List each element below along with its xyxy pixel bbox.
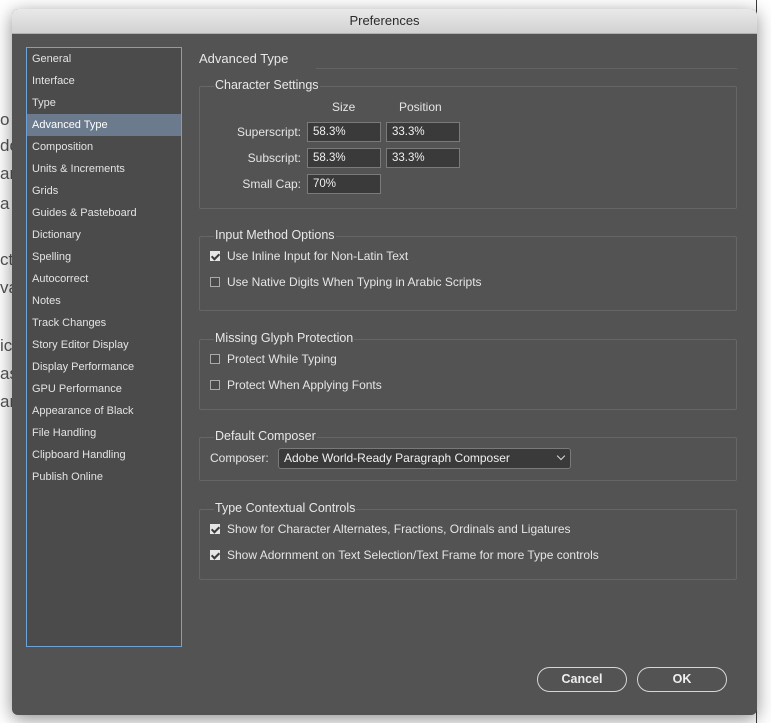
inline-input-label: Use Inline Input for Non-Latin Text xyxy=(227,249,409,263)
native-digits-option[interactable]: Use Native Digits When Typing in Arabic … xyxy=(210,274,482,290)
superscript-position-field[interactable]: 33.3% xyxy=(386,122,460,142)
preferences-dialog: Preferences General Interface Type Advan… xyxy=(12,9,757,715)
position-column-header: Position xyxy=(399,100,442,114)
sidebar-item-publish-online[interactable]: Publish Online xyxy=(27,466,181,488)
adornment-checkbox[interactable] xyxy=(210,550,220,560)
inline-input-option[interactable]: Use Inline Input for Non-Latin Text xyxy=(210,248,408,264)
sidebar-item-display-performance[interactable]: Display Performance xyxy=(27,356,181,378)
superscript-size-field[interactable]: 58.3% xyxy=(307,122,381,142)
composer-selected-value: Adobe World-Ready Paragraph Composer xyxy=(284,451,510,465)
character-alternates-option[interactable]: Show for Character Alternates, Fractions… xyxy=(210,521,571,537)
sidebar-item-autocorrect[interactable]: Autocorrect xyxy=(27,268,181,290)
chevron-down-icon xyxy=(556,451,566,461)
protect-while-typing-label: Protect While Typing xyxy=(227,352,337,366)
sidebar-item-general[interactable]: General xyxy=(27,48,181,70)
sidebar-item-guides-pasteboard[interactable]: Guides & Pasteboard xyxy=(27,202,181,224)
subscript-size-field[interactable]: 58.3% xyxy=(307,148,381,168)
sidebar-item-grids[interactable]: Grids xyxy=(27,180,181,202)
character-settings-group: Character Settings Size Position Supersc… xyxy=(199,78,737,209)
size-column-header: Size xyxy=(332,100,356,114)
type-contextual-controls-group: Type Contextual Controls Show for Charac… xyxy=(199,501,737,580)
sidebar-item-appearance-of-black[interactable]: Appearance of Black xyxy=(27,400,181,422)
missing-glyph-protection-group: Missing Glyph Protection Protect While T… xyxy=(199,331,737,410)
subscript-position-field[interactable]: 33.3% xyxy=(386,148,460,168)
composer-select[interactable]: Adobe World-Ready Paragraph Composer xyxy=(278,448,571,469)
sidebar-item-interface[interactable]: Interface xyxy=(27,70,181,92)
ok-button[interactable]: OK xyxy=(637,667,727,692)
sidebar-item-notes[interactable]: Notes xyxy=(27,290,181,312)
character-alternates-label: Show for Character Alternates, Fractions… xyxy=(227,522,571,536)
sidebar-item-track-changes[interactable]: Track Changes xyxy=(27,312,181,334)
character-settings-title: Character Settings xyxy=(214,78,320,92)
panel-title-divider xyxy=(316,68,737,69)
protect-while-typing-option[interactable]: Protect While Typing xyxy=(210,351,337,367)
character-alternates-checkbox[interactable] xyxy=(210,524,220,534)
superscript-label: Superscript: xyxy=(236,125,301,139)
type-contextual-controls-title: Type Contextual Controls xyxy=(214,501,357,515)
sidebar-item-spelling[interactable]: Spelling xyxy=(27,246,181,268)
protect-applying-fonts-option[interactable]: Protect When Applying Fonts xyxy=(210,377,382,393)
small-cap-field[interactable]: 70% xyxy=(307,174,381,194)
native-digits-label: Use Native Digits When Typing in Arabic … xyxy=(227,275,482,289)
default-composer-title: Default Composer xyxy=(214,429,317,443)
sidebar-item-clipboard-handling[interactable]: Clipboard Handling xyxy=(27,444,181,466)
input-method-options-group: Input Method Options Use Inline Input fo… xyxy=(199,228,737,311)
sidebar-item-advanced-type[interactable]: Advanced Type xyxy=(27,114,181,136)
native-digits-checkbox[interactable] xyxy=(210,277,220,287)
inline-input-checkbox[interactable] xyxy=(210,251,220,261)
sidebar-item-composition[interactable]: Composition xyxy=(27,136,181,158)
composer-label: Composer: xyxy=(210,451,269,465)
preferences-sidebar: General Interface Type Advanced Type Com… xyxy=(26,47,182,647)
default-composer-group: Default Composer Composer: Adobe World-R… xyxy=(199,429,737,481)
sidebar-item-units-increments[interactable]: Units & Increments xyxy=(27,158,181,180)
sidebar-item-file-handling[interactable]: File Handling xyxy=(27,422,181,444)
panel-title: Advanced Type xyxy=(199,51,289,66)
subscript-label: Subscript: xyxy=(247,151,301,165)
protect-applying-fonts-label: Protect When Applying Fonts xyxy=(227,378,382,392)
sidebar-item-type[interactable]: Type xyxy=(27,92,181,114)
sidebar-item-story-editor-display[interactable]: Story Editor Display xyxy=(27,334,181,356)
protect-while-typing-checkbox[interactable] xyxy=(210,354,220,364)
adornment-option[interactable]: Show Adornment on Text Selection/Text Fr… xyxy=(210,547,599,563)
adornment-label: Show Adornment on Text Selection/Text Fr… xyxy=(227,548,599,562)
missing-glyph-protection-title: Missing Glyph Protection xyxy=(214,331,355,345)
cancel-button[interactable]: Cancel xyxy=(537,667,627,692)
small-cap-label: Small Cap: xyxy=(242,177,301,191)
sidebar-item-gpu-performance[interactable]: GPU Performance xyxy=(27,378,181,400)
protect-applying-fonts-checkbox[interactable] xyxy=(210,380,220,390)
input-method-options-title: Input Method Options xyxy=(214,228,336,242)
sidebar-item-dictionary[interactable]: Dictionary xyxy=(27,224,181,246)
dialog-title: Preferences xyxy=(12,9,757,34)
